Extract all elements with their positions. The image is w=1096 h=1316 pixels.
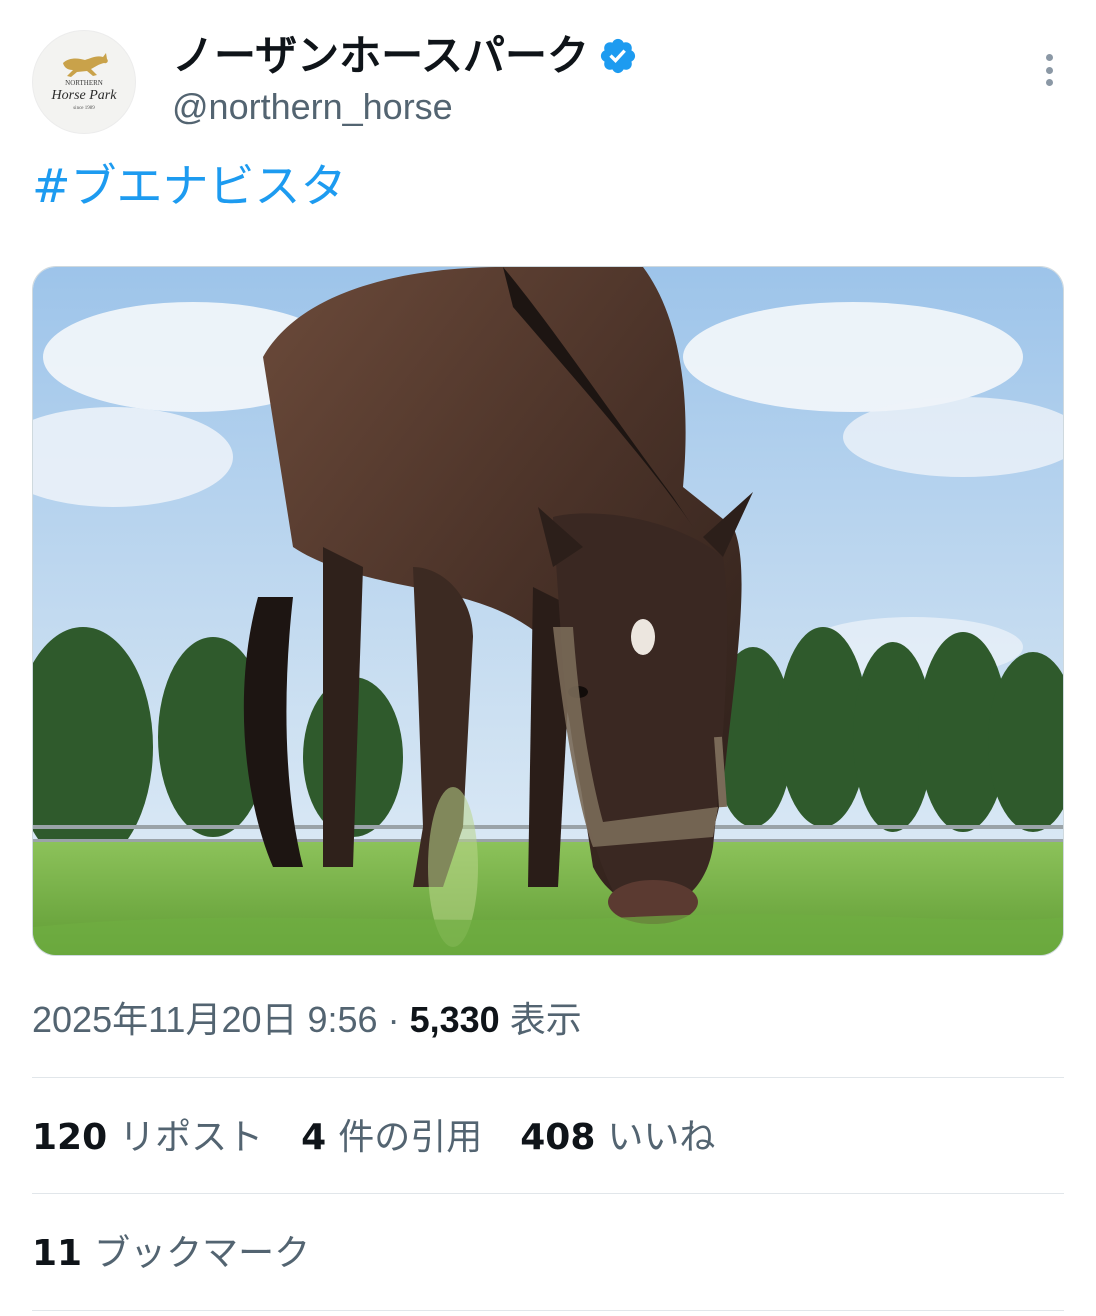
quotes-label: 件の引用 [338,1117,483,1158]
tweet-header: NORTHERN Horse Park since 1989 ノーザンホースパー… [32,24,1064,134]
bookmarks-label: ブックマーク [94,1233,311,1274]
timestamp[interactable]: 2025年11月20日 9:56 [32,999,378,1040]
likes-label: いいね [607,1117,716,1158]
post-image[interactable] [32,266,1064,956]
bookmarks-count: 11 [32,1233,83,1274]
views-count: 5,330 [409,999,500,1040]
likes-stat[interactable]: 408 いいね [520,1114,715,1162]
reposts-count: 120 [32,1117,108,1158]
northern-horse-park-logo-icon: NORTHERN Horse Park since 1989 [51,53,118,111]
quotes-stat[interactable]: 4 件の引用 [301,1114,482,1162]
tweet-detail: NORTHERN Horse Park since 1989 ノーザンホースパー… [0,0,1096,1316]
quotes-count: 4 [301,1117,327,1158]
display-name[interactable]: ノーザンホースパーク [172,28,589,84]
verified-badge-icon [600,38,636,74]
engagement-stats: 120 リポスト 4 件の引用 408 いいね [32,1114,715,1162]
avatar[interactable]: NORTHERN Horse Park since 1989 [32,30,136,134]
avatar-text-since: since 1989 [73,106,95,111]
bookmarks-stat[interactable]: 11 ブックマーク [32,1230,310,1278]
more-options-button[interactable] [1034,50,1064,90]
dot-icon [1045,66,1053,74]
divider [32,1193,1064,1194]
avatar-text-main: Horse Park [51,88,118,103]
meta-separator: · [387,999,400,1040]
avatar-text-top: NORTHERN [65,79,103,87]
divider [32,1077,1064,1078]
post-meta: 2025年11月20日 9:56 · 5,330 表示 [32,996,582,1044]
reposts-label: リポスト [119,1117,264,1158]
handle[interactable]: @northern_horse [172,84,453,130]
horse-grazing-photo-icon [33,267,1063,955]
dot-icon [1045,79,1053,86]
likes-count: 408 [520,1117,596,1158]
dot-icon [1045,54,1053,61]
divider [32,1310,1064,1311]
hashtag-link[interactable]: #ブエナビスタ [32,156,347,216]
reposts-stat[interactable]: 120 リポスト [32,1114,263,1162]
views-label: 表示 [509,999,582,1040]
